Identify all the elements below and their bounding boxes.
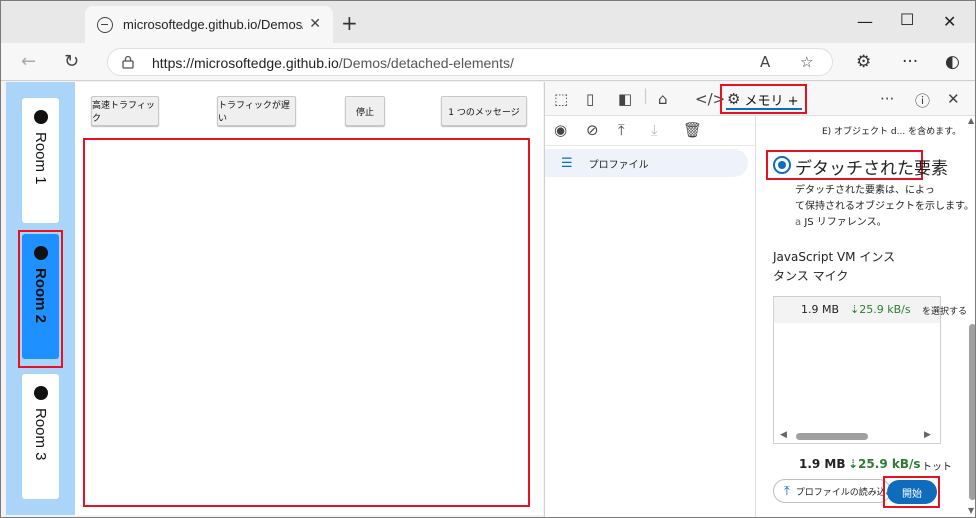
help-icon[interactable]: ⓘ — [915, 90, 930, 111]
scroll-right-icon[interactable]: ▶ — [924, 430, 931, 440]
vm-section-title-1: JavaScript VM インス — [773, 250, 896, 264]
clear-icon[interactable]: ⊘ — [586, 121, 599, 139]
vm-row-size: 1.9 MB — [801, 303, 840, 316]
fast-traffic-button[interactable]: 高速トラフィック — [91, 96, 159, 126]
back-icon[interactable]: ← — [21, 51, 36, 72]
minimize-icon[interactable]: — — [857, 12, 873, 31]
devtools-toolbar: ⬚ ▯ ◧ | ⌂ </> ⚙ メモリ + ··· ⓘ ✕ — [545, 82, 975, 116]
vm-section-title-2: タンス マイク — [773, 269, 849, 283]
memory-toolbar: ◉ ⊘ ⤒ ⤓ 🗑 — [545, 116, 755, 146]
devtools-close-icon[interactable]: ✕ — [947, 90, 960, 108]
detached-elements-radio[interactable] — [773, 156, 791, 174]
radio-description-3: a JS リファレンス。 — [795, 217, 887, 228]
horizontal-scrollbar[interactable]: ◀ ▶ — [774, 429, 940, 443]
devtools-panel: ⬚ ▯ ◧ | ⌂ </> ⚙ メモリ + ··· ⓘ ✕ ◉ ⊘ ⤒ ⤓ 🗑 … — [544, 82, 975, 517]
scrollbar-thumb[interactable] — [796, 433, 868, 440]
radio-description-2: て保持されるオブジェクトを示します。 — [795, 201, 974, 212]
room-label: Room 1 — [32, 132, 49, 185]
sidebar-item-profiles[interactable]: ☰ プロファイル — [545, 149, 748, 177]
dock-icon[interactable]: ◧ — [618, 90, 632, 108]
garbage-collect-icon[interactable]: 🗑 — [683, 121, 702, 139]
new-tab-button[interactable]: + — [341, 11, 358, 35]
total-size: 1.9 MB — [799, 457, 846, 471]
address-bar: ← ↻ https://microsoftedge.github.io/Demo… — [1, 43, 975, 81]
scroll-up-icon[interactable]: ▲ — [968, 116, 974, 125]
extensions-icon[interactable]: ⚙ — [856, 52, 871, 72]
one-message-button[interactable]: 1 つのメッセージ — [441, 96, 527, 126]
url-field[interactable]: https://microsoftedge.github.io/Demos/de… — [107, 48, 833, 76]
message-area — [83, 138, 530, 507]
status-dot — [33, 110, 48, 124]
rooms-sidebar: Room 1 Room 2 Room 3 — [6, 82, 75, 515]
room-label: Room 3 — [32, 408, 49, 461]
read-aloud-icon[interactable]: A — [760, 53, 770, 71]
room-3-button[interactable]: Room 3 — [22, 374, 59, 499]
room-2-highlight — [18, 230, 63, 368]
profiles-icon: ☰ — [561, 155, 573, 171]
scroll-down-icon[interactable]: ▼ — [968, 506, 974, 515]
scroll-left-icon[interactable]: ◀ — [780, 430, 787, 440]
record-icon[interactable]: ◉ — [554, 121, 567, 139]
vertical-scrollbar[interactable]: ▲ ▼ — [966, 116, 975, 517]
tab-close-icon[interactable]: ✕ — [309, 16, 321, 32]
title-bar: microsoftedge.github.io/Demos/d ✕ + — ☐ … — [1, 1, 975, 43]
more-tools-icon[interactable]: ··· — [880, 90, 894, 108]
radio-description-1: デタッチされた要素は、によっ — [795, 185, 935, 196]
vm-instance-list: 1.9 MB ⇣25.9 kB/s を選択する ◀ ▶ — [773, 296, 967, 444]
browser-window: microsoftedge.github.io/Demos/d ✕ + — ☐ … — [0, 0, 976, 518]
edge-copilot-icon[interactable]: ◐ — [945, 52, 960, 72]
profile-options: E) オブジェクト d... を含めます。 デタッチされた要素 デタッチされた要… — [756, 116, 975, 517]
start-button-highlight — [883, 476, 940, 508]
favorite-star-icon[interactable]: ☆ — [800, 53, 813, 71]
inspect-icon[interactable]: ⬚ — [554, 90, 568, 108]
tab-memory[interactable]: ⚙ メモリ + — [720, 84, 807, 114]
more-menu-icon[interactable]: ··· — [902, 52, 918, 72]
welcome-home-icon[interactable]: ⌂ — [658, 90, 668, 108]
radio-label: デタッチされた要素 — [795, 159, 948, 179]
device-emulation-icon[interactable]: ▯ — [586, 90, 594, 108]
refresh-icon[interactable]: ↻ — [64, 51, 79, 72]
browser-tab[interactable]: microsoftedge.github.io/Demos/d ✕ — [85, 6, 333, 43]
room-1-button[interactable]: Room 1 — [22, 98, 59, 223]
vm-row-select: を選択する — [922, 307, 968, 317]
upload-icon[interactable]: ⤒ — [618, 121, 625, 139]
tab-title: microsoftedge.github.io/Demos/d — [123, 17, 303, 32]
lock-icon — [122, 55, 134, 69]
memory-chip-icon: ⚙ — [727, 90, 741, 108]
load-profile-button[interactable]: ⤒ プロファイルの読み込み — [773, 479, 895, 503]
slow-traffic-button[interactable]: トラフィックが遅い — [217, 96, 296, 126]
web-page: Room 1 Room 2 Room 3 高速トラフィック トラフィックが遅い … — [6, 82, 543, 515]
load-profile-label: プロファイルの読み込み — [795, 487, 895, 498]
url-text: https://microsoftedge.github.io/Demos/de… — [152, 55, 514, 71]
upload-icon: ⤒ — [784, 483, 790, 499]
window-close-icon[interactable]: ✕ — [943, 12, 956, 31]
total-label: トット — [922, 462, 952, 473]
sidebar-item-label: プロファイル — [588, 159, 649, 171]
scrollbar-thumb[interactable] — [969, 324, 975, 500]
stop-button[interactable]: 停止 — [345, 96, 385, 126]
memory-tab-label: メモリ + — [744, 93, 799, 109]
vm-row-rate: ⇣25.9 kB/s — [850, 303, 911, 316]
globe-icon — [97, 16, 113, 33]
maximize-icon[interactable]: ☐ — [900, 10, 914, 29]
download-icon: ⤓ — [651, 121, 658, 139]
active-tab-indicator — [726, 108, 802, 110]
toolbar-divider: | — [643, 86, 649, 104]
vm-instance-row[interactable]: 1.9 MB ⇣25.9 kB/s を選択する — [774, 297, 967, 323]
status-dot — [33, 386, 48, 400]
truncated-description: E) オブジェクト d... を含めます。 — [822, 127, 962, 137]
total-rate: ⇣25.9 kB/s — [848, 457, 921, 471]
